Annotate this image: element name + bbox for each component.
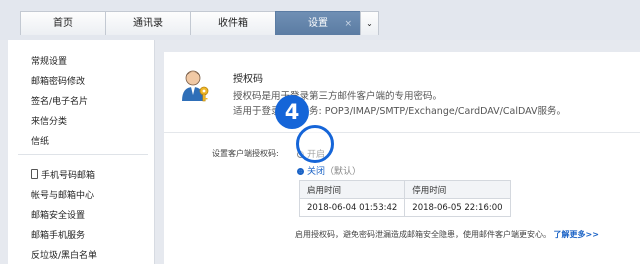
page-title: 授权码 — [233, 74, 263, 85]
sidebar-item-mobile-service[interactable]: 邮箱手机服务 — [31, 228, 85, 241]
sidebar-item-password[interactable]: 邮箱密码修改 — [31, 74, 85, 87]
settings-sidebar: 常规设置 邮箱密码修改 签名/电子名片 来信分类 信纸 手机号码邮箱 帐号与邮箱… — [8, 40, 155, 264]
auth-footnote: 启用授权码，避免密码泄漏造成邮箱安全隐患，使用邮件客户端更安心。 了解更多>> — [295, 229, 599, 240]
cell-disable-time: 2018-06-05 22:16:00 — [404, 198, 511, 217]
highlight-ring — [296, 125, 334, 163]
auth-code-panel: 授权码 授权码是用于登录第三方邮件客户端的专用密码。 适用于登录以下服务: PO… — [164, 52, 640, 264]
tab-settings[interactable]: 设置 × — [275, 11, 361, 35]
chevron-down-icon: ⌄ — [366, 19, 373, 28]
step-number-badge: 4 — [275, 95, 309, 129]
cell-enable-time: 2018-06-04 01:53:42 — [298, 198, 406, 217]
tab-inbox[interactable]: 收件箱 — [190, 11, 276, 35]
sidebar-item-general[interactable]: 常规设置 — [31, 54, 67, 67]
table-header-row: 启用时间 停用时间 — [298, 180, 511, 199]
top-tab-bar: 首页 通讯录 收件箱 设置 × ⌄ — [0, 0, 640, 40]
tab-settings-label: 设置 — [308, 18, 328, 29]
sidebar-item-phone-mail[interactable]: 手机号码邮箱 — [31, 168, 95, 181]
sidebar-item-stationery[interactable]: 信纸 — [31, 134, 49, 147]
tab-contacts[interactable]: 通讯录 — [105, 11, 191, 35]
sidebar-item-label: 手机号码邮箱 — [41, 171, 96, 181]
header-enable-time: 启用时间 — [298, 180, 406, 199]
sidebar-item-account-center[interactable]: 帐号与邮箱中心 — [31, 188, 94, 201]
default-tag: （默认） — [325, 167, 362, 177]
table-row: 2018-06-04 01:53:42 2018-06-05 22:16:00 — [298, 198, 511, 217]
sidebar-item-filters[interactable]: 来信分类 — [31, 114, 67, 127]
tab-home[interactable]: 首页 — [20, 11, 106, 35]
footnote-text: 启用授权码，避免密码泄漏造成邮箱安全隐患，使用邮件客户端更安心。 — [295, 230, 551, 239]
radio-disable-label: 关闭 — [307, 167, 326, 177]
auth-history-table: 启用时间 停用时间 2018-06-04 01:53:42 2018-06-05… — [298, 180, 511, 217]
sidebar-item-spam[interactable]: 反垃圾/黑白名单 — [31, 248, 97, 261]
phone-icon — [31, 169, 38, 179]
auth-description: 授权码是用于登录第三方邮件客户端的专用密码。 — [233, 91, 443, 102]
radio-disable-circle[interactable] — [297, 168, 304, 175]
tab-strip: 首页 通讯录 收件箱 设置 × ⌄ — [20, 11, 382, 35]
auth-setting-label: 设置客户端授权码: — [212, 149, 279, 158]
header-disable-time: 停用时间 — [404, 180, 511, 199]
learn-more-link[interactable]: 了解更多>> — [554, 230, 599, 239]
tab-dropdown-button[interactable]: ⌄ — [360, 11, 379, 35]
section-divider — [164, 132, 640, 133]
radio-disable[interactable]: 关闭（默认） — [297, 164, 361, 177]
user-key-icon — [182, 70, 209, 102]
close-icon[interactable]: × — [344, 12, 352, 36]
sidebar-divider — [18, 154, 148, 155]
sidebar-item-signature[interactable]: 签名/电子名片 — [31, 94, 88, 107]
sidebar-item-security[interactable]: 邮箱安全设置 — [31, 208, 85, 221]
